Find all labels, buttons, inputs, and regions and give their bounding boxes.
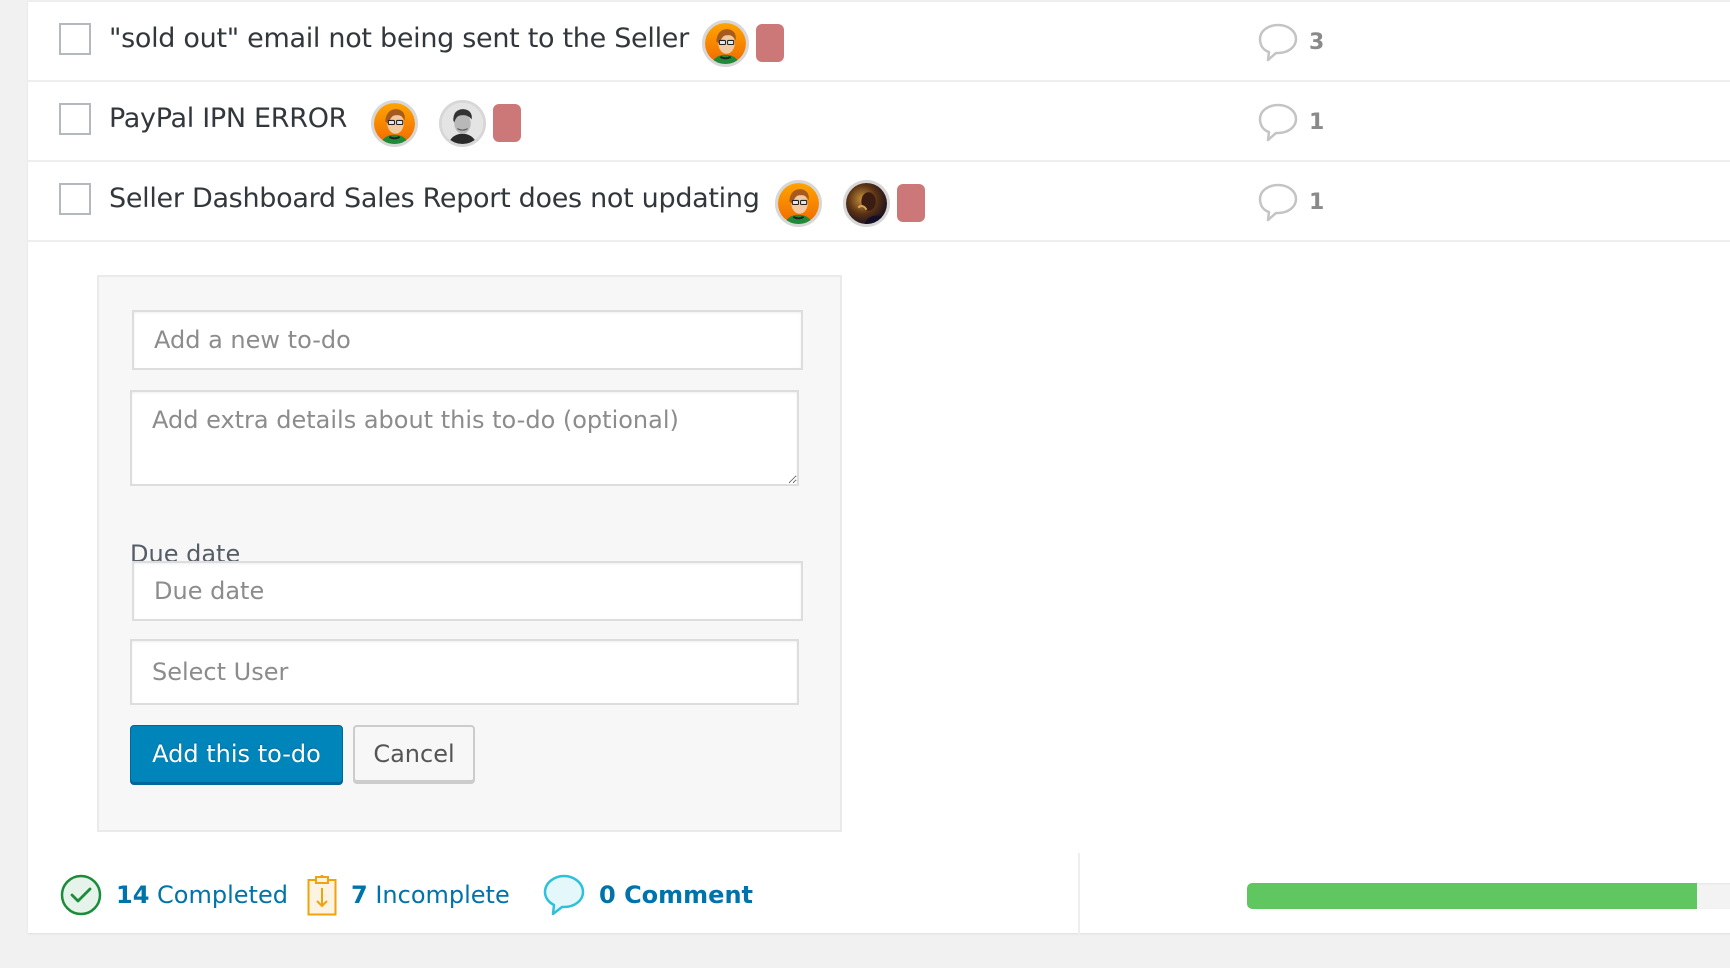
avatar [439, 99, 486, 147]
label-badge [756, 24, 784, 62]
todo-checkbox[interactable] [59, 103, 91, 135]
comment-count: 3 [1309, 29, 1325, 55]
comment-count: 1 [1309, 189, 1325, 215]
due-date-input[interactable] [132, 561, 803, 621]
new-todo-form: Due date Add this to-do Cancel [97, 275, 842, 832]
todo-list-card: "sold out" email not being sent to the S… [28, 0, 1730, 935]
todo-comments[interactable]: 3 [1257, 22, 1324, 62]
comment-icon [1258, 103, 1298, 142]
label-badge [897, 184, 925, 222]
todo-title[interactable]: PayPal IPN ERROR [109, 100, 347, 138]
comment-icon [1258, 23, 1298, 62]
comment-bubble-icon [543, 874, 585, 916]
todo-row: Seller Dashboard Sales Report does not u… [28, 162, 1730, 242]
label-badge [493, 104, 521, 142]
comment-count: 1 [1309, 109, 1325, 135]
comment-link[interactable]: 0 Comment [599, 881, 753, 909]
check-circle-icon [60, 874, 102, 916]
incomplete-link[interactable]: 7 Incomplete [351, 881, 510, 909]
todo-comments[interactable]: 1 [1257, 102, 1324, 142]
todo-checkbox[interactable] [59, 183, 91, 215]
todo-row: "sold out" email not being sent to the S… [28, 2, 1730, 82]
todo-checkbox[interactable] [59, 23, 91, 55]
avatar [371, 99, 418, 147]
todo-title[interactable]: "sold out" email not being sent to the S… [109, 20, 689, 58]
completed-link[interactable]: 14 Completed [116, 881, 288, 909]
completed-stat[interactable]: 14 Completed [60, 874, 288, 916]
cancel-button[interactable]: Cancel [353, 725, 475, 782]
select-user-input[interactable] [130, 639, 799, 705]
todo-details-textarea[interactable] [130, 390, 799, 486]
progress-fill [1247, 883, 1698, 909]
todo-assignees [371, 99, 521, 147]
todo-comments[interactable]: 1 [1257, 182, 1324, 222]
comment-icon [1258, 183, 1298, 222]
todo-title-input[interactable] [132, 310, 803, 370]
avatar [775, 179, 822, 227]
footer-divider [1078, 853, 1080, 935]
avatar [702, 19, 749, 67]
clipboard-icon [307, 874, 337, 916]
incomplete-stat[interactable]: 7 Incomplete [307, 874, 510, 916]
avatar [843, 179, 890, 227]
comment-stat[interactable]: 0 Comment [543, 874, 753, 916]
add-todo-button[interactable]: Add this to-do [130, 725, 343, 783]
todo-assignees [775, 179, 925, 227]
todo-assignees [702, 19, 784, 67]
todo-row: PayPal IPN ERROR 1 [28, 82, 1730, 162]
todo-title[interactable]: Seller Dashboard Sales Report does not u… [109, 180, 760, 218]
progress-bar [1247, 883, 1730, 909]
